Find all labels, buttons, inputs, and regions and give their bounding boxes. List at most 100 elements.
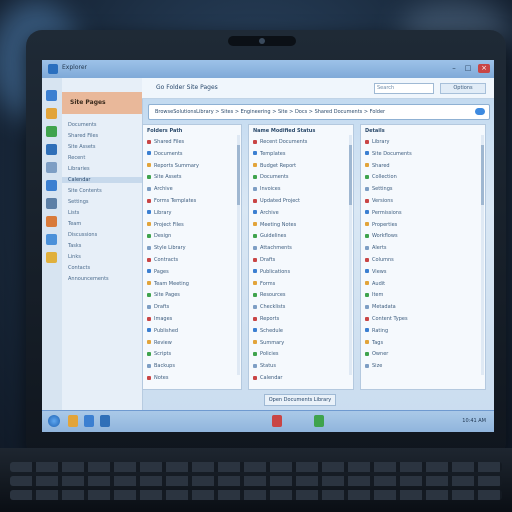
list-item[interactable]: Documents: [147, 151, 183, 157]
list-item[interactable]: Shared Files: [147, 139, 184, 145]
explorer-taskbar-icon[interactable]: [68, 415, 78, 427]
list-item[interactable]: Content Types: [365, 316, 408, 322]
list-item[interactable]: Workflows: [365, 233, 398, 239]
close-button[interactable]: ×: [478, 64, 490, 73]
list-item[interactable]: Notes: [147, 375, 168, 381]
list-item[interactable]: Calendar: [253, 375, 282, 381]
mail-taskbar-icon[interactable]: [100, 415, 110, 427]
list-item[interactable]: Project Files: [147, 222, 184, 228]
globe-icon[interactable]: [46, 126, 57, 137]
list-item[interactable]: Checklists: [253, 304, 285, 310]
folder-icon[interactable]: [46, 108, 57, 119]
open-library-button[interactable]: Open Documents Library: [264, 394, 336, 406]
go-button[interactable]: [475, 108, 485, 115]
list-item[interactable]: Recent Documents: [253, 139, 307, 145]
nav-item[interactable]: Links: [68, 254, 81, 260]
list-item[interactable]: Library: [147, 210, 171, 216]
list-item[interactable]: Versions: [365, 198, 393, 204]
options-button[interactable]: Options: [440, 83, 486, 94]
nav-item[interactable]: Documents: [68, 122, 97, 128]
list-item[interactable]: Budget Report: [253, 163, 296, 169]
nav-item[interactable]: Contacts: [68, 265, 90, 271]
list-item[interactable]: Site Pages: [147, 292, 180, 298]
list-item[interactable]: Documents: [253, 174, 289, 180]
nav-item[interactable]: Shared Files: [68, 133, 98, 139]
nav-item[interactable]: Discussions: [68, 232, 97, 238]
list-item[interactable]: Pages: [147, 269, 169, 275]
list-item[interactable]: Published: [147, 328, 178, 334]
list-item[interactable]: Style Library: [147, 245, 186, 251]
browser-taskbar-icon[interactable]: [84, 415, 94, 427]
settings-icon[interactable]: [46, 198, 57, 209]
list-item[interactable]: Alerts: [365, 245, 387, 251]
home-icon[interactable]: [46, 90, 57, 101]
list-item[interactable]: Archive: [253, 210, 279, 216]
list-item[interactable]: Properties: [365, 222, 397, 228]
list-item[interactable]: Library: [365, 139, 389, 145]
list-item[interactable]: Tags: [365, 340, 383, 346]
user-icon[interactable]: [46, 180, 57, 191]
scrollbar[interactable]: [237, 135, 240, 375]
scroll-thumb[interactable]: [481, 145, 484, 205]
list-item[interactable]: Size: [365, 363, 382, 369]
mail-icon[interactable]: [46, 144, 57, 155]
nav-item[interactable]: Team: [68, 221, 81, 227]
nav-header[interactable]: Site Pages: [62, 92, 142, 114]
calendar-icon[interactable]: [46, 216, 57, 227]
search-input[interactable]: Search: [374, 83, 434, 94]
list-item[interactable]: Guidelines: [253, 233, 286, 239]
list-item[interactable]: Forms Templates: [147, 198, 196, 204]
list-item[interactable]: Rating: [365, 328, 388, 334]
chart-icon[interactable]: [46, 234, 57, 245]
list-item[interactable]: Attachments: [253, 245, 292, 251]
star-icon[interactable]: [46, 252, 57, 263]
minimize-button[interactable]: –: [448, 64, 460, 73]
document-icon[interactable]: [46, 162, 57, 173]
scrollbar[interactable]: [481, 135, 484, 375]
list-item[interactable]: Metadata: [365, 304, 396, 310]
list-item[interactable]: Schedule: [253, 328, 283, 334]
app-taskbar-icon[interactable]: [272, 415, 282, 427]
list-item[interactable]: Archive: [147, 186, 173, 192]
list-item[interactable]: Site Documents: [365, 151, 412, 157]
list-item[interactable]: Status: [253, 363, 276, 369]
list-item[interactable]: Audit: [365, 281, 385, 287]
list-item[interactable]: Publications: [253, 269, 290, 275]
list-item[interactable]: Views: [365, 269, 386, 275]
nav-item[interactable]: Settings: [68, 199, 89, 205]
list-item[interactable]: Images: [147, 316, 172, 322]
list-item[interactable]: Shared: [365, 163, 390, 169]
nav-item[interactable]: Calendar: [62, 177, 148, 183]
list-item[interactable]: Review: [147, 340, 172, 346]
nav-item[interactable]: Site Contents: [68, 188, 102, 194]
list-item[interactable]: Contracts: [147, 257, 178, 263]
start-button-icon[interactable]: [48, 415, 60, 427]
nav-item[interactable]: Recent: [68, 155, 85, 161]
list-item[interactable]: Forms: [253, 281, 275, 287]
nav-item[interactable]: Site Assets: [68, 144, 95, 150]
list-item[interactable]: Policies: [253, 351, 279, 357]
list-item[interactable]: Updated Project: [253, 198, 300, 204]
list-item[interactable]: Reports: [253, 316, 279, 322]
list-item[interactable]: Columns: [365, 257, 394, 263]
scroll-thumb[interactable]: [237, 145, 240, 205]
list-item[interactable]: Site Assets: [147, 174, 181, 180]
list-item[interactable]: Reports Summary: [147, 163, 199, 169]
nav-item[interactable]: Tasks: [68, 243, 81, 249]
list-item[interactable]: Settings: [365, 186, 393, 192]
scroll-thumb[interactable]: [349, 145, 352, 205]
list-item[interactable]: Templates: [253, 151, 285, 157]
maximize-button[interactable]: □: [462, 64, 474, 73]
list-item[interactable]: Item: [365, 292, 383, 298]
app-taskbar-icon[interactable]: [314, 415, 324, 427]
list-item[interactable]: Collection: [365, 174, 397, 180]
list-item[interactable]: Invoices: [253, 186, 280, 192]
list-item[interactable]: Backups: [147, 363, 175, 369]
list-item[interactable]: Resources: [253, 292, 286, 298]
address-bar[interactable]: BrowseSolutionsLibrary > Sites > Enginee…: [148, 104, 490, 120]
list-item[interactable]: Drafts: [253, 257, 275, 263]
nav-item[interactable]: Announcements: [68, 276, 109, 282]
list-item[interactable]: Design: [147, 233, 171, 239]
list-item[interactable]: Permissions: [365, 210, 402, 216]
list-item[interactable]: Scripts: [147, 351, 171, 357]
